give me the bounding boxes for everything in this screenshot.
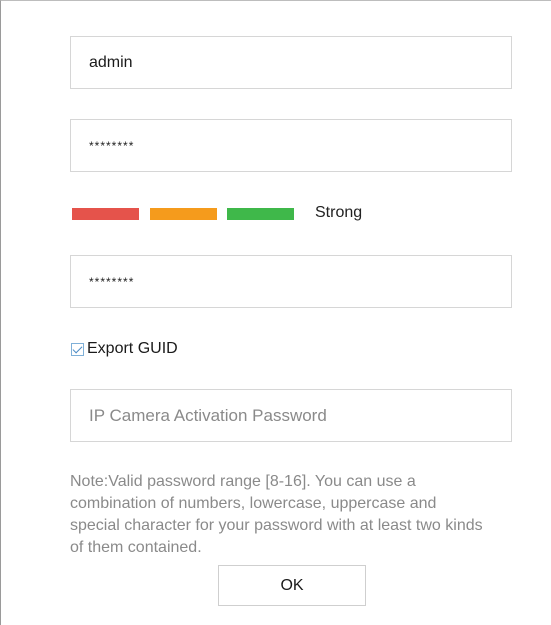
export-guid-label: Export GUID [87, 340, 178, 357]
password-value: ******** [89, 138, 135, 153]
activation-panel: admin ******** Strong ******** Export GU… [0, 0, 551, 625]
username-value: admin [89, 53, 133, 71]
strength-label: Strong [315, 204, 363, 221]
export-guid-checkbox[interactable] [71, 342, 84, 356]
confirm-password-value: ******** [89, 274, 135, 289]
ip-camera-password-placeholder: IP Camera Activation Password [89, 405, 327, 425]
ip-camera-password-field[interactable]: IP Camera Activation Password [70, 389, 512, 442]
strength-bar-strong [227, 208, 294, 220]
username-field[interactable]: admin [70, 36, 512, 89]
password-note: Note:Valid password range [8-16]. You ca… [70, 473, 483, 556]
confirm-password-field[interactable]: ******** [70, 255, 512, 308]
strength-bar-medium [150, 208, 217, 220]
strength-bar-weak [72, 208, 139, 220]
export-guid-row[interactable]: Export GUID [71, 340, 178, 358]
ok-button[interactable]: OK [218, 565, 366, 606]
password-field[interactable]: ******** [70, 119, 512, 172]
